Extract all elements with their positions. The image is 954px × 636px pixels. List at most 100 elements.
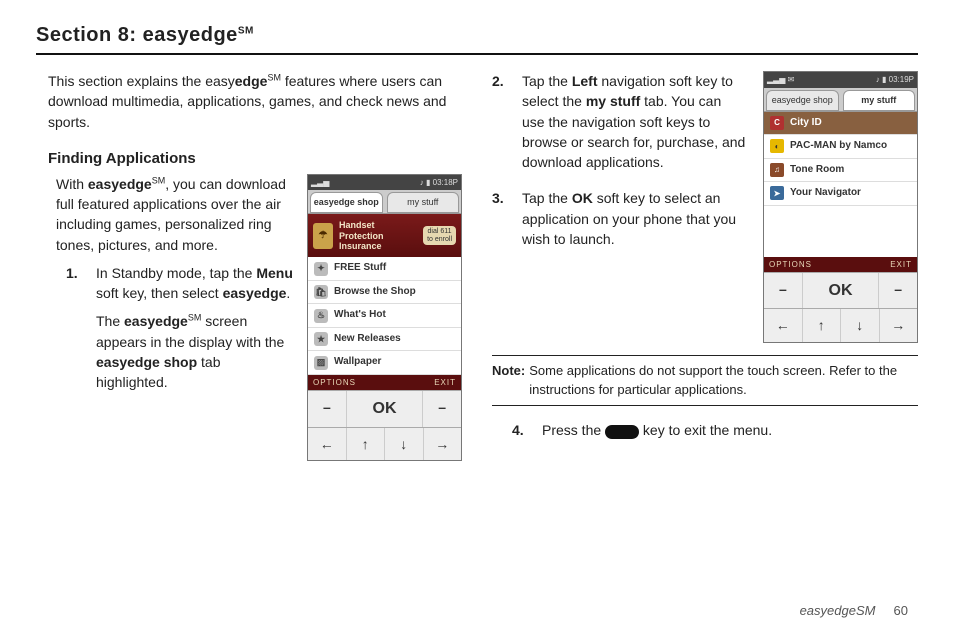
flame-icon: ♨	[314, 309, 328, 323]
footer-page-number: 60	[894, 603, 908, 618]
phone1-item-wallpaper[interactable]: ▨Wallpaper	[308, 351, 461, 375]
intro-sup: SM	[267, 72, 281, 82]
phone1-item-browse-label: Browse the Shop	[334, 285, 416, 300]
s4b: key to exit the menu.	[639, 422, 772, 438]
step-4-number: 4.	[512, 420, 532, 448]
insurance-icon: ☂	[313, 223, 333, 249]
two-column-layout: This section explains the easyedgeSM fea…	[36, 71, 918, 461]
step-4: 4. Press the key to exit the menu.	[492, 420, 918, 448]
phone1-banner[interactable]: ☂ Handset Protection Insurance dial 611 …	[308, 214, 461, 257]
s1b: Menu	[256, 265, 293, 281]
phone1-banner-button[interactable]: dial 611 to enroll	[423, 226, 456, 245]
phone2-softbar: OPTIONS EXIT	[764, 257, 917, 273]
phone2-tab-mystuff[interactable]: my stuff	[843, 90, 916, 111]
navigator-icon: ➤	[770, 186, 784, 200]
signal-icon: ▂▃▅ ✉	[767, 74, 794, 86]
phone2-time: 03:19P	[889, 75, 914, 84]
phone1-item-new[interactable]: ★New Releases	[308, 328, 461, 352]
phone2-item-cityid-label: City ID	[790, 116, 822, 131]
step-3-body: Tap the OK soft key to select an applica…	[522, 188, 747, 257]
phone2-key-right[interactable]: →	[880, 309, 918, 341]
phone1-tab-mystuff[interactable]: my stuff	[387, 192, 460, 213]
phone1-banner-title: Handset Protection Insurance	[339, 220, 417, 251]
section-prefix: Section 8: easy	[36, 24, 189, 46]
with-a: With	[56, 176, 88, 192]
phone1-key-left[interactable]: ←	[308, 428, 347, 460]
with-paragraph: With easyedgeSM, you can download full f…	[36, 174, 293, 255]
phone2-item-toneroom[interactable]: ♫Tone Room	[764, 159, 917, 183]
with-sup: SM	[152, 175, 166, 185]
phone1-tab-shop[interactable]: easyedge shop	[310, 192, 383, 213]
phone2-key-minus-r[interactable]: –	[879, 273, 917, 308]
phone1-key-minus-l[interactable]: –	[308, 391, 347, 426]
phone1-tabs: easyedge shop my stuff	[308, 190, 461, 214]
left-column: This section explains the easyedgeSM fea…	[36, 71, 462, 461]
phone1-item-new-label: New Releases	[334, 332, 401, 347]
step-1: 1. In Standby mode, tap the Menu soft ke…	[36, 263, 293, 401]
step-3-number: 3.	[492, 188, 512, 257]
phone1-soft-right[interactable]: EXIT	[434, 377, 456, 389]
phone2-item-pacman[interactable]: ◐PAC-MAN by Namco	[764, 135, 917, 159]
finding-applications-heading: Finding Applications	[36, 148, 462, 170]
phone2-statusbar: ▂▃▅ ✉ ♪ ▮ 03:19P	[764, 72, 917, 88]
step-4-body: Press the key to exit the menu.	[542, 420, 918, 448]
phone2-key-ok[interactable]: OK	[803, 273, 880, 308]
phone1-arrowrow: ← ↑ ↓ →	[308, 427, 461, 460]
s1e: .	[286, 285, 290, 301]
phone1-soft-left[interactable]: OPTIONS	[313, 377, 356, 389]
step-1-body: In Standby mode, tap the Menu soft key, …	[96, 263, 293, 401]
phone1-statusbar: ▂▃▅ ♪ ▮ 03:18P	[308, 175, 461, 191]
phone1-key-up[interactable]: ↑	[347, 428, 386, 460]
cityid-icon: C	[770, 116, 784, 130]
phone2-tab-shop[interactable]: easyedge shop	[766, 90, 839, 111]
cart-icon: 🛍	[314, 285, 328, 299]
phone1-item-free-label: FREE Stuff	[334, 261, 386, 276]
right-steps: 2. Tap the Left navigation soft key to s…	[492, 71, 747, 343]
left-text-and-phone: With easyedgeSM, you can download full f…	[36, 174, 462, 461]
with-b: easyedge	[88, 176, 152, 192]
phone2-item-navigator[interactable]: ➤ Your Navigator	[764, 182, 917, 206]
note-block: Note: Some applications do not support t…	[492, 355, 918, 407]
phone2-list: C City ID ◐PAC-MAN by Namco ♫Tone Room ➤ Y…	[764, 112, 917, 257]
step-3: 3. Tap the OK soft key to select an appl…	[492, 188, 747, 257]
left-text-block: With easyedgeSM, you can download full f…	[36, 174, 293, 461]
phone2-soft-right[interactable]: EXIT	[890, 259, 912, 271]
right-column: 2. Tap the Left navigation soft key to s…	[492, 71, 918, 461]
phone-screenshot-shop: ▂▃▅ ♪ ▮ 03:18P easyedge shop my stuff ☂ …	[307, 174, 462, 461]
phone2-okrow: – OK –	[764, 272, 917, 308]
phone2-item-cityid[interactable]: C City ID	[764, 112, 917, 136]
s3b: OK	[572, 190, 593, 206]
signal-icon: ▂▃▅	[311, 177, 329, 189]
phone2-soft-left[interactable]: OPTIONS	[769, 259, 812, 271]
s2d: my stuff	[586, 93, 640, 109]
phone1-key-ok[interactable]: OK	[347, 391, 424, 426]
page-footer: easyedgeSM 60	[800, 603, 908, 618]
section-bold: edge	[189, 24, 238, 46]
phone1-menu: ✦FREE Stuff 🛍 Browse the Shop ♨ What's Hot…	[308, 257, 461, 375]
intro-b: edge	[235, 73, 268, 89]
phone1-item-hot[interactable]: ♨ What's Hot	[308, 304, 461, 328]
phone2-key-minus-l[interactable]: –	[764, 273, 803, 308]
s3a: Tap the	[522, 190, 572, 206]
phone1-item-hot-label: What's Hot	[334, 308, 386, 323]
phone1-item-free[interactable]: ✦FREE Stuff	[308, 257, 461, 281]
intro-a: This section explains the easy	[48, 73, 235, 89]
phone1-item-browse[interactable]: 🛍 Browse the Shop	[308, 281, 461, 305]
phone1-key-down[interactable]: ↓	[385, 428, 424, 460]
phone1-key-minus-r[interactable]: –	[423, 391, 461, 426]
phone-screenshot-mystuff: ▂▃▅ ✉ ♪ ▮ 03:19P easyedge shop my stuff …	[763, 71, 918, 343]
right-top-row: 2. Tap the Left navigation soft key to s…	[492, 71, 918, 343]
banner-btn-l1: dial 611	[427, 228, 452, 236]
phone2-key-down[interactable]: ↓	[841, 309, 880, 341]
s2a: Tap the	[522, 73, 572, 89]
phone1-time: 03:18P	[433, 178, 458, 187]
s1a: In Standby mode, tap the	[96, 265, 256, 281]
phone2-key-left[interactable]: ←	[764, 309, 803, 341]
step-2-number: 2.	[492, 71, 512, 180]
phone1-key-right[interactable]: →	[424, 428, 462, 460]
s1l2a: The	[96, 313, 124, 329]
phone2-item-navigator-label: Your Navigator	[790, 186, 861, 201]
title-rule	[36, 53, 918, 55]
phone2-key-up[interactable]: ↑	[803, 309, 842, 341]
s1d: easyedge	[223, 285, 287, 301]
